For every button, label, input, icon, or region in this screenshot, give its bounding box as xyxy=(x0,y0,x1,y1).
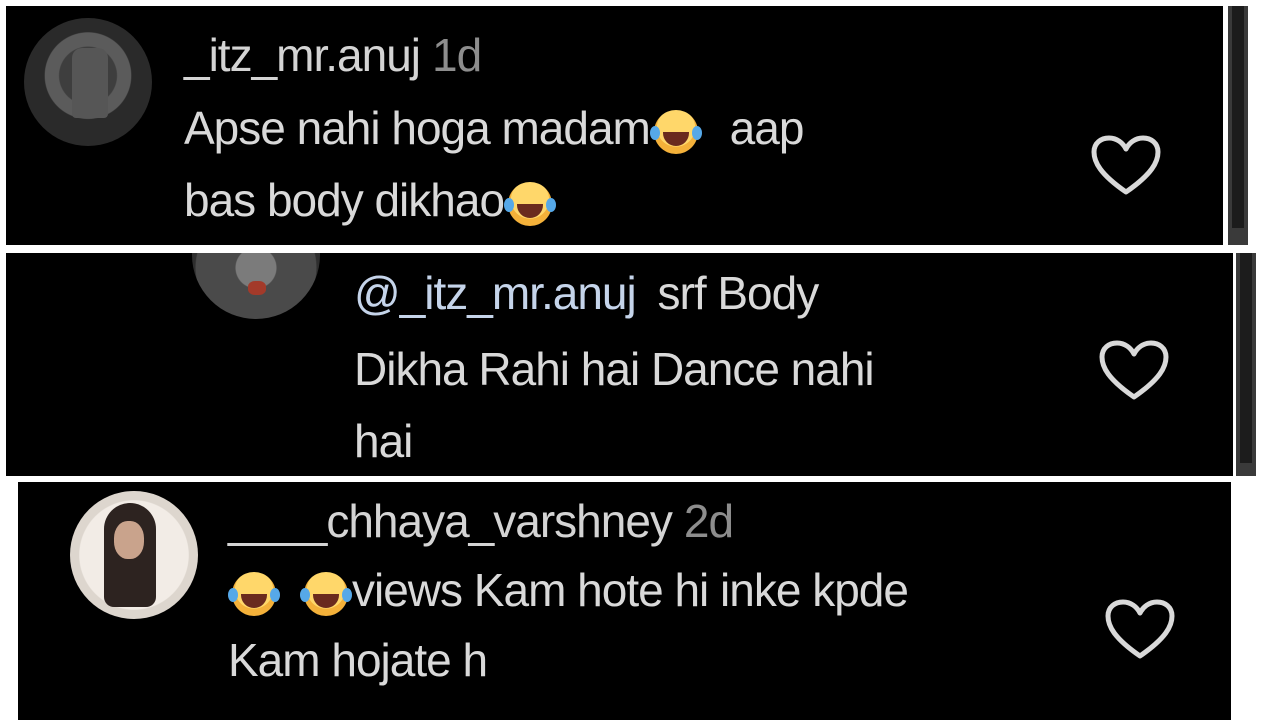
avatar[interactable] xyxy=(24,18,152,146)
timestamp: 2d xyxy=(683,495,734,547)
mention-link[interactable]: @_itz_mr.anuj xyxy=(354,267,637,319)
laughing-emoji-icon xyxy=(504,181,557,226)
comment-text-line: bas body dikhao xyxy=(184,170,557,230)
scrollbar[interactable] xyxy=(1236,253,1256,476)
comment-item-2: @_itz_mr.anuj srf Body Dikha Rahi hai Da… xyxy=(6,253,1233,476)
comment-text-line: Dikha Rahi hai Dance nahi xyxy=(354,343,875,395)
laughing-emoji-icon xyxy=(300,571,352,616)
comment-text-line: hai xyxy=(354,415,413,467)
heart-outline-icon[interactable] xyxy=(1098,339,1170,403)
comment-item-1: _itz_mr.anuj 1d Apse nahi hoga madam aap … xyxy=(6,6,1223,245)
comment-text-line: views Kam hote hi inke kpde xyxy=(228,560,909,620)
comment-text-line: @_itz_mr.anuj srf Body xyxy=(354,267,819,319)
comment-header: ____chhaya_varshney 2d xyxy=(228,494,734,548)
laughing-emoji-icon xyxy=(228,571,280,616)
heart-outline-icon[interactable] xyxy=(1104,598,1176,662)
scrollbar[interactable] xyxy=(1228,6,1248,245)
comment-text-line: Kam hojate h xyxy=(228,634,488,686)
comment-item-3: ____chhaya_varshney 2d views Kam hote hi … xyxy=(18,482,1231,720)
username[interactable]: ____chhaya_varshney xyxy=(228,495,673,547)
laughing-emoji-icon xyxy=(649,109,702,154)
timestamp: 1d xyxy=(432,29,482,81)
username[interactable]: _itz_mr.anuj xyxy=(184,29,421,81)
avatar[interactable] xyxy=(192,253,320,319)
comment-header: _itz_mr.anuj 1d xyxy=(184,28,482,82)
avatar[interactable] xyxy=(70,491,198,619)
heart-outline-icon[interactable] xyxy=(1090,134,1162,198)
comment-text-line: Apse nahi hoga madam aap xyxy=(184,102,804,154)
